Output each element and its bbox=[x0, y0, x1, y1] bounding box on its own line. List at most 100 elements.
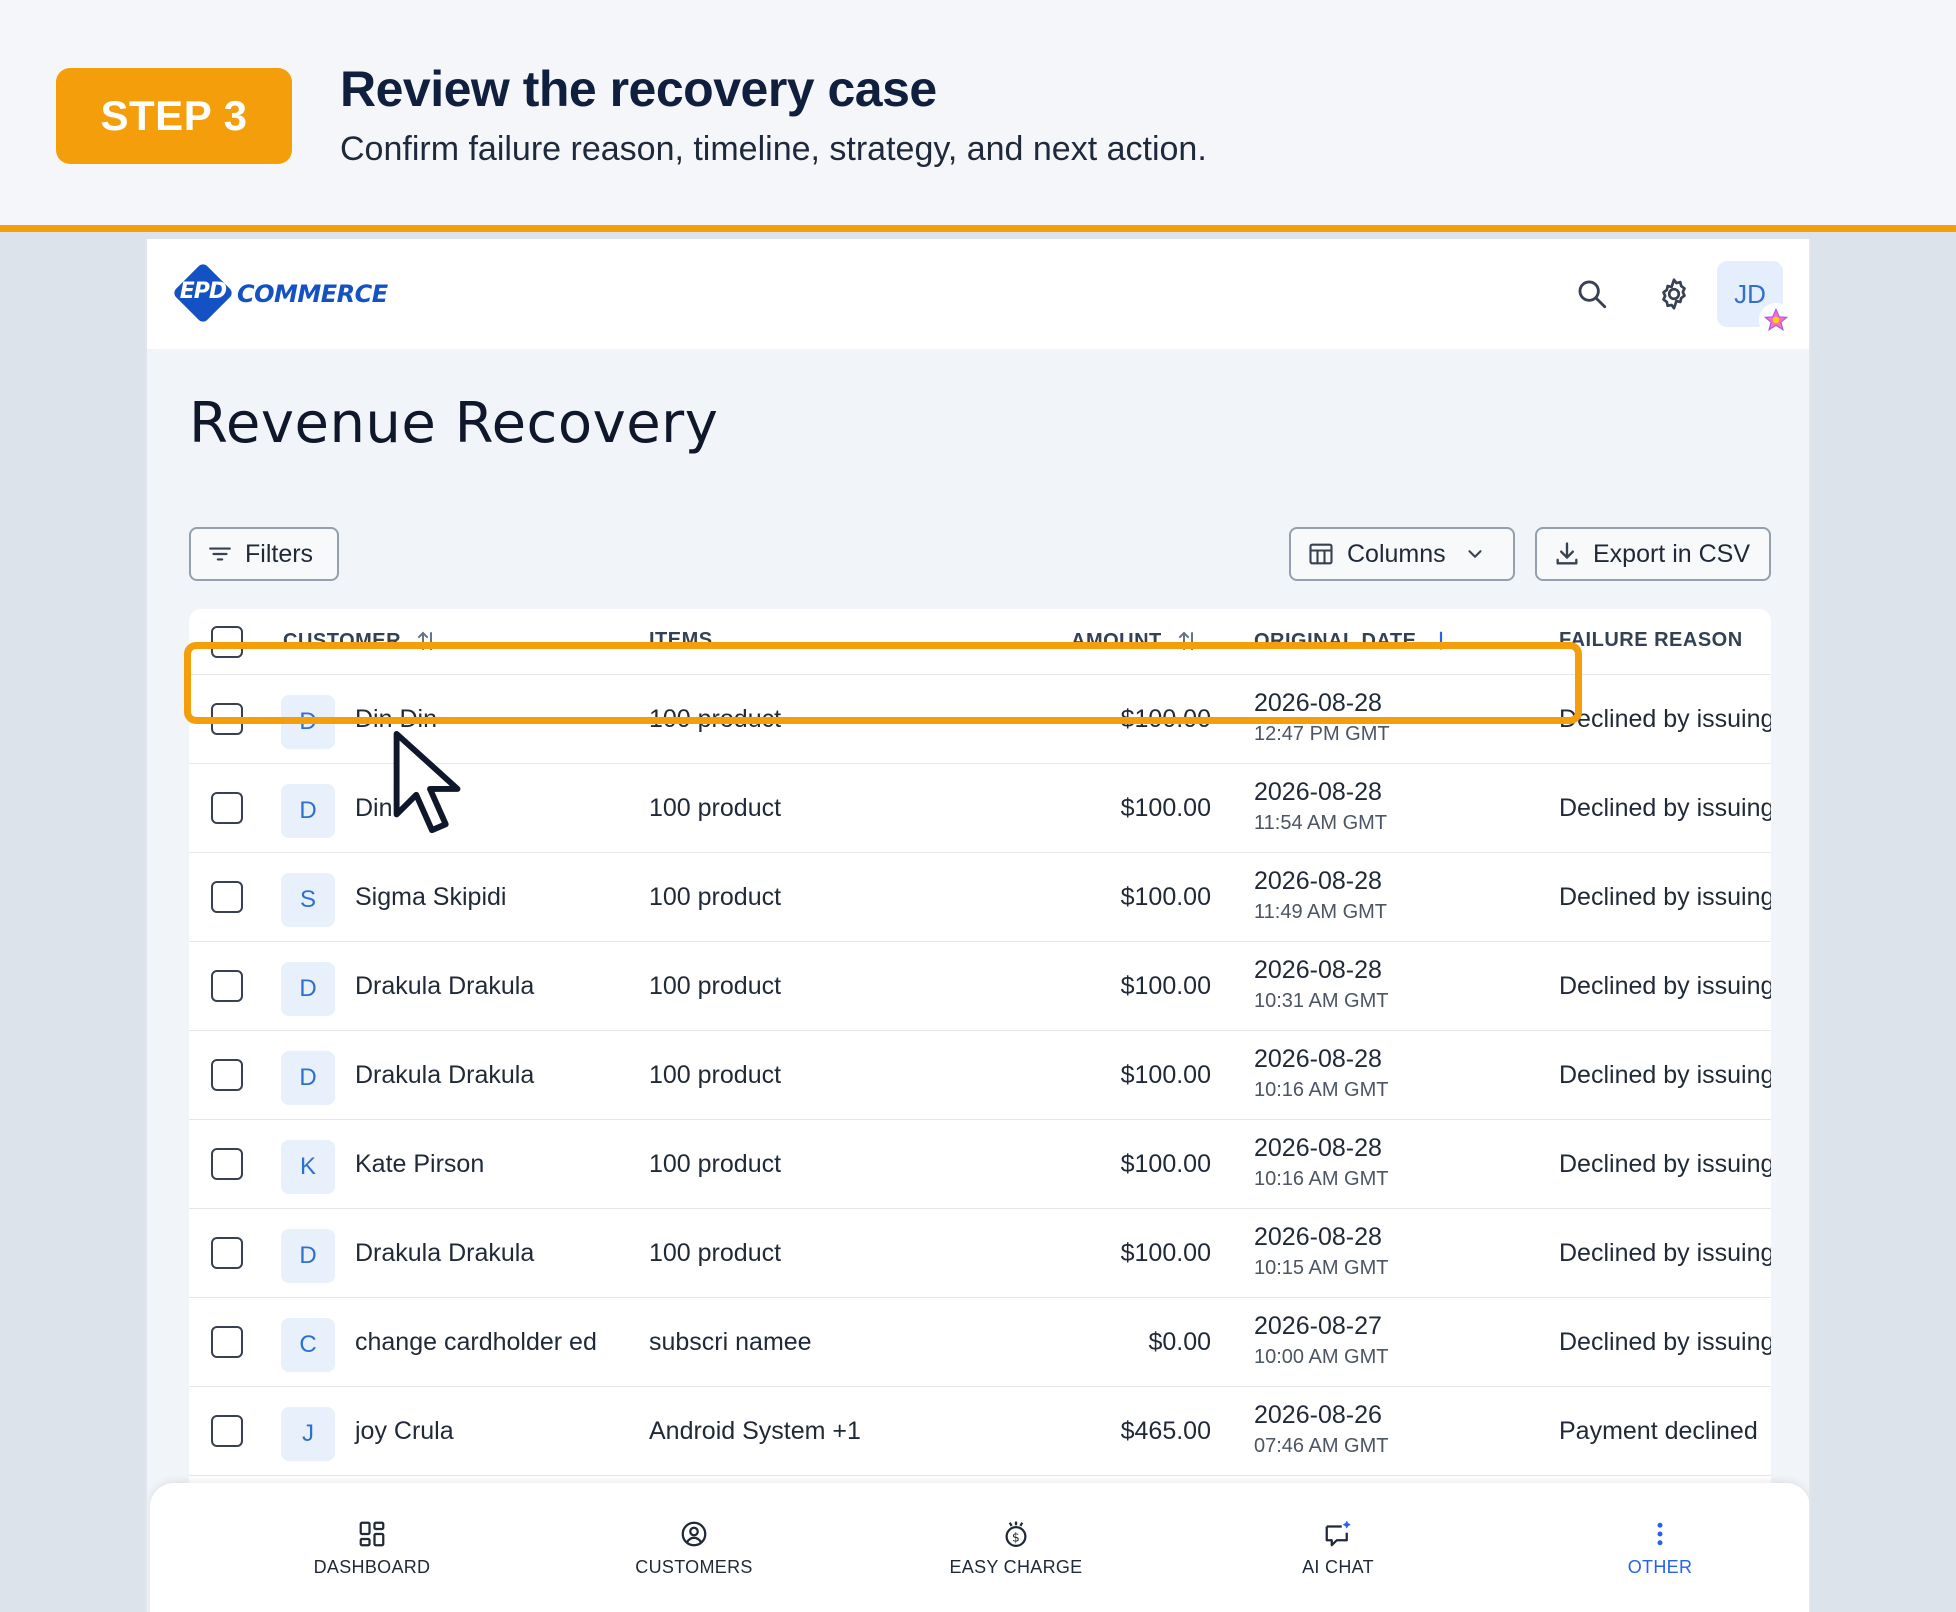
date-cell: 2026-08-28 bbox=[1254, 956, 1382, 984]
step-badge: STEP 3 bbox=[56, 68, 292, 164]
row-checkbox[interactable] bbox=[211, 1237, 243, 1269]
customer-name[interactable]: Drakula Drakula bbox=[355, 1061, 534, 1090]
more-vertical-icon bbox=[1657, 1522, 1663, 1546]
date-cell: 2026-08-26 bbox=[1254, 1401, 1382, 1429]
table-row[interactable]: K Kate Pirson 100 product $100.00 2026-0… bbox=[189, 1120, 1771, 1209]
amount-cell: $465.00 bbox=[1120, 1417, 1211, 1445]
bottom-nav: DASHBOARD CUSTOMERS $ EASY CHARGE AI CHA… bbox=[150, 1483, 1809, 1612]
items-cell: 100 product bbox=[649, 1150, 782, 1178]
customer-name[interactable]: change cardholder ed bbox=[355, 1328, 597, 1357]
time-cell: 10:16 AM GMT bbox=[1254, 1079, 1389, 1101]
top-bar: EPD COMMERCE JD bbox=[147, 239, 1809, 349]
time-cell: 10:31 AM GMT bbox=[1254, 990, 1389, 1012]
nav-dashboard[interactable]: DASHBOARD bbox=[272, 1519, 472, 1578]
row-checkbox[interactable] bbox=[211, 1415, 243, 1447]
highlight-box bbox=[184, 642, 1582, 724]
items-cell: 100 product bbox=[649, 1239, 782, 1267]
customer-avatar: C bbox=[281, 1318, 335, 1372]
amount-cell: $100.00 bbox=[1120, 1239, 1211, 1267]
failure-reason-cell: Declined by issuing bbox=[1559, 1150, 1771, 1178]
export-csv-button[interactable]: Export in CSV bbox=[1535, 527, 1771, 581]
table-row[interactable]: D Drakula Drakula 100 product $100.00 20… bbox=[189, 942, 1771, 1031]
table-row[interactable]: C change cardholder ed subscri namee $0.… bbox=[189, 1298, 1771, 1387]
time-cell: 11:49 AM GMT bbox=[1254, 901, 1388, 923]
time-cell: 10:00 AM GMT bbox=[1254, 1346, 1389, 1368]
columns-button[interactable]: Columns bbox=[1289, 527, 1515, 581]
row-checkbox[interactable] bbox=[211, 1059, 243, 1091]
nav-easy-charge[interactable]: $ EASY CHARGE bbox=[916, 1519, 1116, 1578]
time-cell: 10:15 AM GMT bbox=[1254, 1257, 1389, 1279]
time-cell: 11:54 AM GMT bbox=[1254, 812, 1388, 834]
table-row[interactable]: S Sigma Skipidi 100 product $100.00 2026… bbox=[189, 853, 1771, 942]
items-cell: subscri namee bbox=[649, 1328, 812, 1356]
column-header-failure-reason[interactable]: FAILURE REASON bbox=[1559, 629, 1743, 652]
filters-button[interactable]: Filters bbox=[189, 527, 339, 581]
items-cell: Android System +1 bbox=[649, 1417, 861, 1445]
chevron-down-icon bbox=[1468, 550, 1482, 558]
row-checkbox[interactable] bbox=[211, 881, 243, 913]
failure-reason-cell: Declined by issuing bbox=[1559, 794, 1771, 822]
download-icon bbox=[1556, 542, 1578, 565]
filter-icon bbox=[209, 547, 231, 561]
row-checkbox[interactable] bbox=[211, 970, 243, 1002]
table-row[interactable]: D Drakula Drakula 100 product $100.00 20… bbox=[189, 1209, 1771, 1298]
amount-cell: $100.00 bbox=[1120, 883, 1211, 911]
amount-cell: $100.00 bbox=[1120, 794, 1211, 822]
search-icon[interactable] bbox=[1567, 269, 1617, 319]
step-banner: STEP 3 Review the recovery case Confirm … bbox=[0, 0, 1956, 232]
customer-name[interactable]: Sigma Skipidi bbox=[355, 883, 506, 912]
failure-reason-cell: Declined by issuing bbox=[1559, 705, 1771, 733]
nav-customers[interactable]: CUSTOMERS bbox=[594, 1519, 794, 1578]
banner-title: Review the recovery case bbox=[340, 61, 937, 117]
columns-icon bbox=[1309, 543, 1333, 565]
amount-cell: $100.00 bbox=[1120, 1150, 1211, 1178]
nav-other[interactable]: OTHER bbox=[1560, 1519, 1760, 1578]
row-checkbox[interactable] bbox=[211, 1148, 243, 1180]
failure-reason-cell: Declined by issuing bbox=[1559, 883, 1771, 911]
nav-ai-chat[interactable]: AI CHAT bbox=[1238, 1519, 1438, 1578]
date-cell: 2026-08-28 bbox=[1254, 867, 1382, 895]
gear-icon[interactable] bbox=[1649, 269, 1699, 319]
ai-chat-icon bbox=[1325, 1521, 1351, 1547]
customer-name[interactable]: Din bbox=[355, 794, 393, 823]
dashboard-icon bbox=[359, 1521, 385, 1547]
date-cell: 2026-08-28 bbox=[1254, 778, 1382, 806]
banner-subtitle: Confirm failure reason, timeline, strate… bbox=[340, 130, 1207, 168]
customers-icon bbox=[681, 1521, 707, 1547]
logo-mark: EPD bbox=[171, 261, 235, 325]
items-cell: 100 product bbox=[649, 1061, 782, 1089]
failure-reason-cell: Declined by issuing bbox=[1559, 1328, 1771, 1356]
customer-avatar: D bbox=[281, 1051, 335, 1105]
customer-avatar: J bbox=[281, 1407, 335, 1461]
table-row[interactable]: D Drakula Drakula 100 product $100.00 20… bbox=[189, 1031, 1771, 1120]
customer-avatar: K bbox=[281, 1140, 335, 1194]
row-checkbox[interactable] bbox=[211, 792, 243, 824]
failure-reason-cell: Payment declined bbox=[1559, 1417, 1758, 1445]
amount-cell: $0.00 bbox=[1148, 1328, 1211, 1356]
customer-name[interactable]: Drakula Drakula bbox=[355, 972, 534, 1001]
customer-avatar: D bbox=[281, 1229, 335, 1283]
customer-name[interactable]: Kate Pirson bbox=[355, 1150, 484, 1179]
time-cell: 07:46 AM GMT bbox=[1254, 1435, 1389, 1457]
failure-reason-cell: Declined by issuing bbox=[1559, 972, 1771, 1000]
amount-cell: $100.00 bbox=[1120, 1061, 1211, 1089]
date-cell: 2026-08-28 bbox=[1254, 1223, 1382, 1251]
row-checkbox[interactable] bbox=[211, 1326, 243, 1358]
columns-label: Columns bbox=[1347, 539, 1446, 568]
app-window: EPD COMMERCE JD Revenue Recovery Filters… bbox=[145, 239, 1811, 1612]
logo[interactable]: EPD COMMERCE bbox=[171, 261, 388, 325]
customer-avatar: S bbox=[281, 873, 335, 927]
customer-avatar: D bbox=[281, 784, 335, 838]
amount-cell: $100.00 bbox=[1120, 972, 1211, 1000]
customer-name[interactable]: joy Crula bbox=[355, 1417, 454, 1446]
customer-avatar: D bbox=[281, 962, 335, 1016]
time-cell: 10:16 AM GMT bbox=[1254, 1168, 1389, 1190]
failure-reason-cell: Declined by issuing bbox=[1559, 1239, 1771, 1267]
table-row[interactable]: J joy Crula Android System +1 $465.00 20… bbox=[189, 1387, 1771, 1476]
export-label: Export in CSV bbox=[1593, 539, 1751, 568]
svg-text:$: $ bbox=[1012, 1530, 1020, 1545]
date-cell: 2026-08-28 bbox=[1254, 1134, 1382, 1162]
items-cell: 100 product bbox=[649, 794, 782, 822]
logo-wordmark: COMMERCE bbox=[237, 280, 388, 308]
customer-name[interactable]: Drakula Drakula bbox=[355, 1239, 534, 1268]
